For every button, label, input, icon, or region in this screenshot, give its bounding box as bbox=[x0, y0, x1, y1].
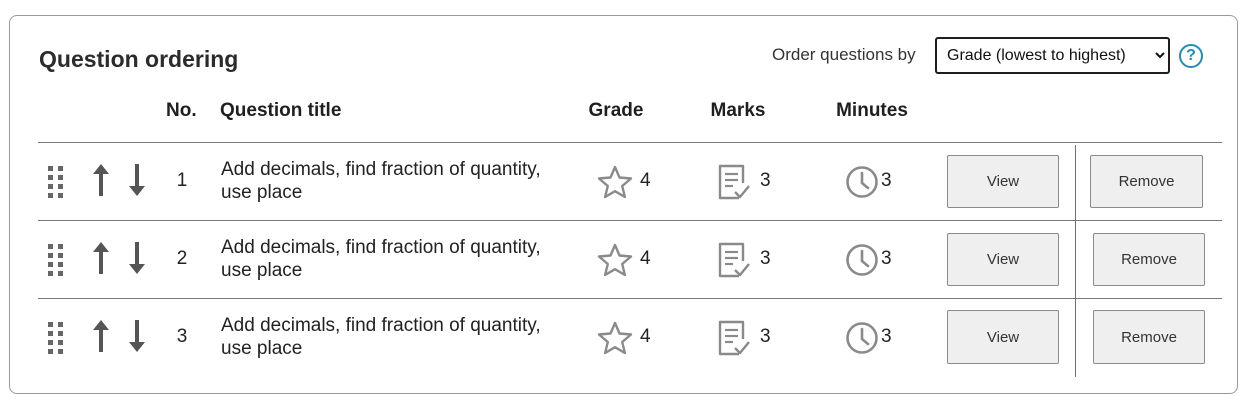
checklist-icon bbox=[717, 319, 751, 357]
panel-title: Question ordering bbox=[39, 46, 239, 72]
remove-button[interactable]: Remove bbox=[1090, 155, 1203, 208]
marks-value: 3 bbox=[760, 170, 771, 191]
arrow-up-icon[interactable] bbox=[92, 319, 110, 353]
clock-icon bbox=[845, 243, 879, 277]
view-button[interactable]: View bbox=[947, 155, 1059, 208]
checklist-icon bbox=[717, 241, 751, 279]
clock-icon bbox=[845, 321, 879, 355]
arrow-down-icon[interactable] bbox=[128, 319, 146, 353]
star-icon bbox=[597, 243, 633, 277]
arrow-up-icon[interactable] bbox=[92, 163, 110, 197]
order-by-label: Order questions by bbox=[772, 45, 916, 64]
drag-handle-icon[interactable] bbox=[47, 165, 65, 199]
column-header-title: Question title bbox=[220, 100, 342, 121]
minutes-value: 3 bbox=[881, 170, 892, 191]
grade-value: 4 bbox=[640, 170, 651, 191]
question-title: Add decimals, find fraction of quantity,… bbox=[221, 237, 541, 281]
arrow-down-icon[interactable] bbox=[128, 241, 146, 275]
arrow-down-icon[interactable] bbox=[128, 163, 146, 197]
column-header-no: No. bbox=[166, 100, 197, 121]
minutes-value: 3 bbox=[881, 248, 892, 269]
help-icon[interactable]: ? bbox=[1179, 44, 1203, 68]
drag-handle-icon[interactable] bbox=[47, 321, 65, 355]
view-button[interactable]: View bbox=[947, 310, 1059, 364]
checklist-icon bbox=[717, 163, 751, 201]
star-icon bbox=[597, 321, 633, 355]
star-icon bbox=[597, 165, 633, 199]
arrow-up-icon[interactable] bbox=[92, 241, 110, 275]
minutes-value: 3 bbox=[881, 326, 892, 347]
column-header-grade: Grade bbox=[588, 100, 644, 121]
column-header-minutes: Minutes bbox=[836, 100, 908, 121]
marks-value: 3 bbox=[760, 248, 771, 269]
remove-button[interactable]: Remove bbox=[1093, 310, 1205, 364]
grade-value: 4 bbox=[640, 248, 651, 269]
column-header-marks: Marks bbox=[710, 100, 766, 121]
question-row: 2 Add decimals, find fraction of quantit… bbox=[0, 221, 1253, 299]
drag-handle-icon[interactable] bbox=[47, 243, 65, 277]
view-button[interactable]: View bbox=[947, 233, 1059, 286]
question-title: Add decimals, find fraction of quantity,… bbox=[221, 315, 541, 359]
grade-value: 4 bbox=[640, 326, 651, 347]
question-title: Add decimals, find fraction of quantity,… bbox=[221, 159, 541, 203]
question-number: 3 bbox=[176, 326, 188, 347]
question-number: 2 bbox=[176, 248, 188, 269]
question-row: 3 Add decimals, find fraction of quantit… bbox=[0, 299, 1253, 377]
order-by-select[interactable]: Grade (lowest to highest) bbox=[935, 37, 1170, 74]
question-number: 1 bbox=[176, 170, 188, 191]
remove-button[interactable]: Remove bbox=[1093, 233, 1205, 286]
marks-value: 3 bbox=[760, 326, 771, 347]
clock-icon bbox=[845, 165, 879, 199]
question-row: 1 Add decimals, find fraction of quantit… bbox=[0, 143, 1253, 221]
